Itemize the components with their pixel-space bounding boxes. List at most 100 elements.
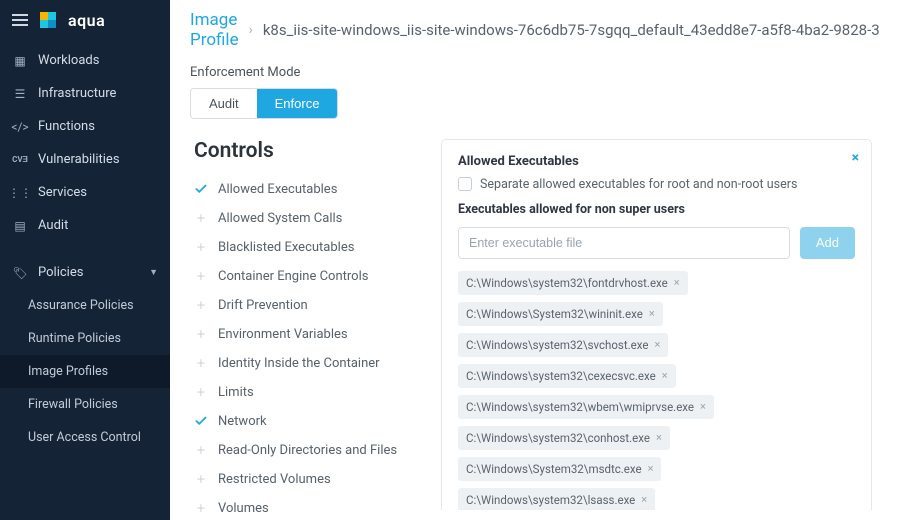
control-item[interactable]: + Allowed System Calls	[194, 204, 419, 233]
brand-name: aqua	[68, 11, 105, 30]
panels-column: × Allowed Executables Separate allowed e…	[441, 139, 876, 510]
sidebar-item-workloads[interactable]: ▦Workloads	[0, 44, 170, 77]
plus-icon: +	[194, 327, 208, 341]
executable-tag: C:\Windows\System32\msdtc.exe×	[458, 457, 661, 481]
sidebar-item-user-access-control[interactable]: User Access Control	[0, 421, 170, 454]
allowed-executables-panel: × Allowed Executables Separate allowed e…	[441, 139, 872, 510]
tag-label: C:\Windows\system32\fontdrvhost.exe	[466, 276, 668, 290]
control-item[interactable]: + Read-Only Directories and Files	[194, 436, 419, 465]
executable-tag: C:\Windows\system32\conhost.exe×	[458, 426, 670, 450]
enforcement-mode-label: Enforcement Mode	[190, 65, 880, 80]
aqua-logo-icon	[38, 10, 58, 30]
separate-root-label: Separate allowed executables for root an…	[480, 177, 797, 192]
control-item[interactable]: Network	[194, 407, 419, 436]
control-label: Blacklisted Executables	[218, 240, 354, 255]
plus-icon: +	[194, 298, 208, 312]
remove-tag-icon[interactable]: ×	[649, 307, 655, 320]
control-label: Read-Only Directories and Files	[218, 443, 397, 458]
control-item[interactable]: + Container Engine Controls	[194, 262, 419, 291]
sidebar-item-runtime-policies[interactable]: Runtime Policies	[0, 322, 170, 355]
remove-tag-icon[interactable]: ×	[674, 276, 680, 289]
control-label: Drift Prevention	[218, 298, 308, 313]
control-label: Allowed System Calls	[218, 211, 342, 226]
control-label: Restricted Volumes	[218, 472, 331, 487]
executable-tag: C:\Windows\system32\lsass.exe ×	[458, 488, 655, 510]
control-item[interactable]: + Environment Variables	[194, 320, 419, 349]
tag-icon: 🏷	[12, 266, 28, 280]
cve-icon: CVƎ	[12, 155, 28, 164]
control-item[interactable]: + Limits	[194, 378, 419, 407]
remove-tag-icon[interactable]: ×	[700, 400, 706, 413]
tag-label: C:\Windows\system32\cexecsvc.exe	[466, 369, 656, 383]
sidebar-item-firewall-policies[interactable]: Firewall Policies	[0, 388, 170, 421]
control-label: Identity Inside the Container	[218, 356, 380, 371]
executable-tag: C:\Windows\system32\cexecsvc.exe ×	[458, 364, 676, 388]
remove-tag-icon[interactable]: ×	[662, 369, 668, 382]
servers-icon: ☰	[12, 87, 28, 101]
plus-icon: +	[194, 211, 208, 225]
enforcement-mode-section: Enforcement Mode Audit Enforce	[170, 57, 900, 133]
nav-policies: 🏷Policies ▼ Assurance Policies Runtime P…	[0, 256, 170, 454]
plus-icon: +	[194, 240, 208, 254]
calendar-icon: ▤	[12, 219, 28, 233]
check-icon	[194, 182, 208, 196]
plus-icon: +	[194, 443, 208, 457]
sidebar-item-infrastructure[interactable]: ☰Infrastructure	[0, 77, 170, 110]
nav-primary: ▦Workloads ☰Infrastructure </>Functions …	[0, 44, 170, 242]
menu-icon[interactable]	[12, 14, 28, 26]
chevron-down-icon: ▼	[149, 267, 158, 278]
plus-icon: +	[194, 385, 208, 399]
sidebar-item-image-profiles[interactable]: Image Profiles	[0, 355, 170, 388]
sidebar-item-assurance-policies[interactable]: Assurance Policies	[0, 289, 170, 322]
tag-label: C:\Windows\system32\wbem\wmiprvse.exe	[466, 400, 694, 414]
executable-input[interactable]	[458, 227, 790, 259]
sidebar-item-services[interactable]: ⋮⋮Services	[0, 176, 170, 209]
chevron-right-icon: ›	[249, 22, 253, 38]
control-item[interactable]: +Volumes	[194, 494, 419, 520]
checkbox-icon[interactable]	[458, 177, 472, 191]
controls-title: Controls	[194, 139, 419, 163]
breadcrumb: Image Profile › k8s_iis-site-windows_iis…	[170, 0, 900, 57]
plus-icon: +	[194, 269, 208, 283]
control-label: Volumes	[218, 501, 269, 516]
remove-tag-icon[interactable]: ×	[654, 338, 660, 351]
mode-audit-button[interactable]: Audit	[191, 89, 257, 118]
remove-tag-icon[interactable]: ×	[656, 431, 662, 444]
main-content: Image Profile › k8s_iis-site-windows_iis…	[170, 0, 900, 520]
control-item[interactable]: + Restricted Volumes	[194, 465, 419, 494]
remove-tag-icon[interactable]: ×	[648, 462, 654, 475]
control-label: Limits	[218, 385, 254, 400]
sidebar-item-audit[interactable]: ▤Audit	[0, 209, 170, 242]
enforcement-mode-toggle: Audit Enforce	[190, 88, 338, 119]
breadcrumb-root[interactable]: Image Profile	[190, 10, 239, 51]
close-icon[interactable]: ×	[852, 150, 859, 166]
control-label: Allowed Executables	[218, 182, 337, 197]
plus-icon: +	[194, 472, 208, 486]
control-label: Container Engine Controls	[218, 269, 368, 284]
control-label: Network	[218, 414, 267, 429]
add-button[interactable]: Add	[800, 227, 855, 259]
nodes-icon: ⋮⋮	[12, 186, 28, 200]
tag-label: C:\Windows\system32\lsass.exe	[466, 493, 635, 507]
tag-label: C:\Windows\system32\svchost.exe	[466, 338, 648, 352]
control-item[interactable]: Allowed Executables	[194, 175, 419, 204]
control-label: Environment Variables	[218, 327, 348, 342]
controls-column: Controls Allowed Executables + Allowed Sys…	[194, 139, 419, 510]
add-executable-row: Add	[458, 227, 855, 259]
grid-icon: ▦	[12, 54, 28, 68]
sidebar-item-vulnerabilities[interactable]: CVƎVulnerabilities	[0, 143, 170, 176]
controls-list: Allowed Executables + Allowed System Calls…	[194, 175, 419, 520]
executable-tag: C:\Windows\System32\wininit.exe×	[458, 302, 663, 326]
executable-tag: C:\Windows\system32\svchost.exe ×	[458, 333, 668, 357]
control-item[interactable]: + Blacklisted Executables	[194, 233, 419, 262]
mode-enforce-button[interactable]: Enforce	[257, 89, 338, 118]
control-item[interactable]: +Identity Inside the Container	[194, 349, 419, 378]
separate-root-checkbox-row[interactable]: Separate allowed executables for root an…	[458, 177, 855, 192]
code-icon: </>	[12, 120, 28, 134]
sidebar-item-functions[interactable]: </>Functions	[0, 110, 170, 143]
panel-title: Allowed Executables	[458, 154, 855, 169]
control-item[interactable]: + Drift Prevention	[194, 291, 419, 320]
sidebar-item-policies[interactable]: 🏷Policies ▼	[0, 256, 170, 289]
allowed-exec-subtitle: Executables allowed for non super users	[458, 202, 855, 217]
remove-tag-icon[interactable]: ×	[641, 493, 647, 506]
